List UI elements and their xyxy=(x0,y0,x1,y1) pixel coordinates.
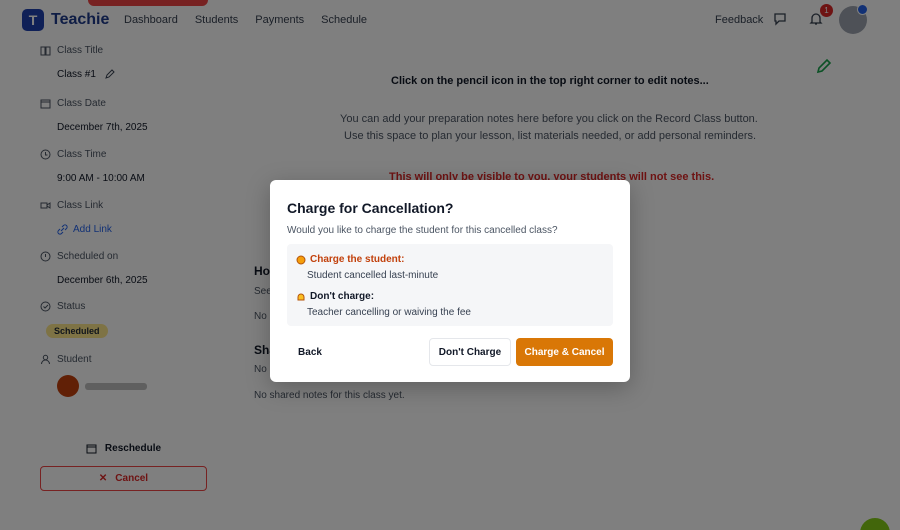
option-no-charge-sub: Teacher cancelling or waiving the fee xyxy=(307,307,471,318)
dialog-options: Charge the student: Student cancelled la… xyxy=(287,244,613,326)
hand-icon xyxy=(297,293,305,300)
dialog-description: Would you like to charge the student for… xyxy=(287,225,558,236)
charge-and-cancel-button[interactable]: Charge & Cancel xyxy=(516,338,613,366)
coin-icon xyxy=(296,255,306,264)
option-no-charge: Don't charge: Teacher cancelling or waiv… xyxy=(296,291,471,318)
option-no-charge-title: Don't charge: xyxy=(310,291,375,302)
option-charge-title: Charge the student: xyxy=(310,254,405,265)
back-button[interactable]: Back xyxy=(287,340,333,364)
dont-charge-button[interactable]: Don't Charge xyxy=(429,338,511,366)
option-charge: Charge the student: Student cancelled la… xyxy=(296,254,438,281)
dialog-title: Charge for Cancellation? xyxy=(287,200,454,216)
option-charge-sub: Student cancelled last-minute xyxy=(307,270,439,281)
charge-cancellation-dialog: Charge for Cancellation? Would you like … xyxy=(270,180,630,382)
